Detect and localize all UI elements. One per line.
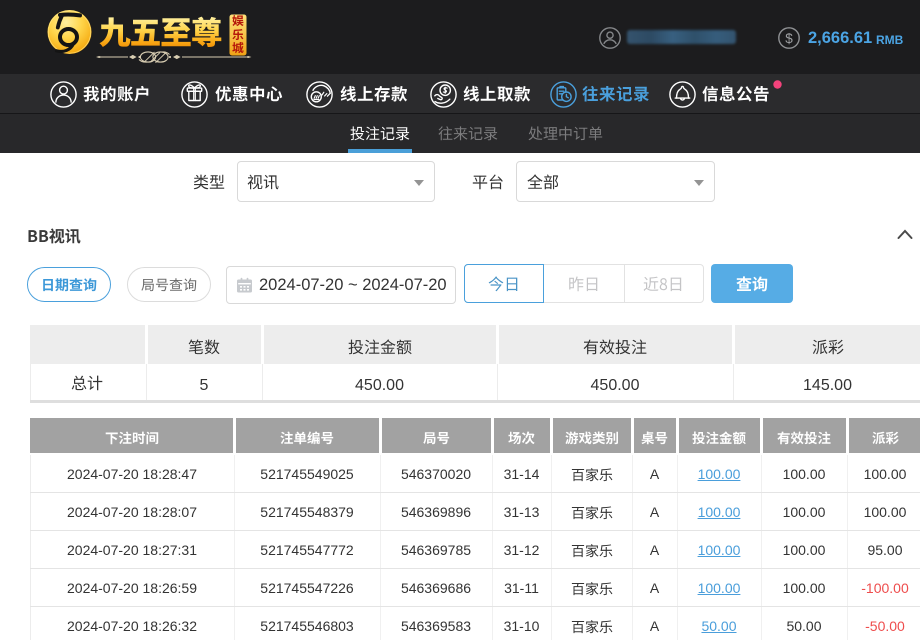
svg-text:$: $ <box>785 31 793 46</box>
